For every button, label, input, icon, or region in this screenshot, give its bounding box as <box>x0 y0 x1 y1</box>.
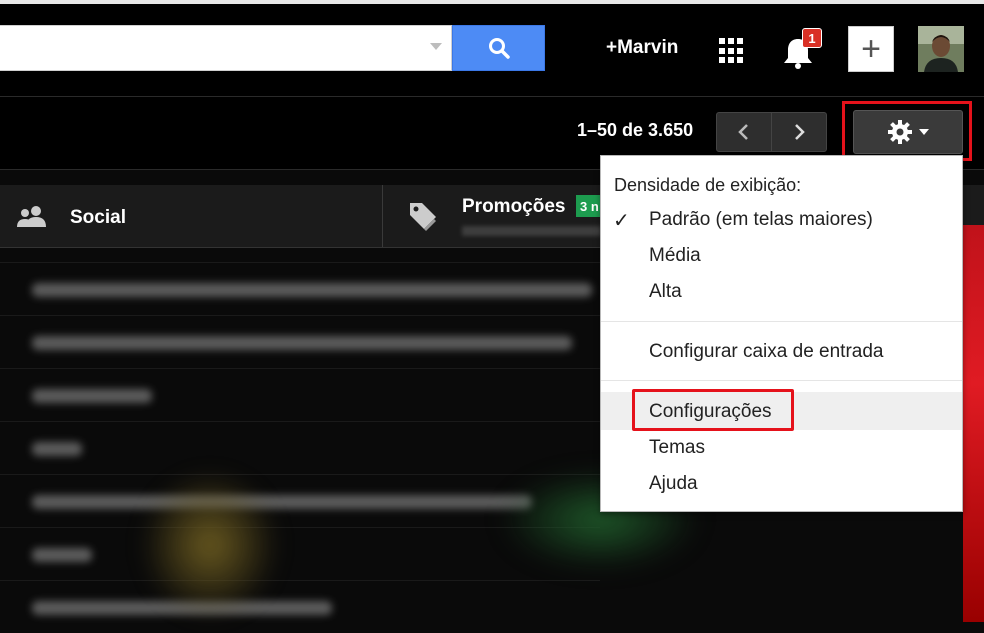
menu-item-density-high[interactable]: Alta <box>649 281 682 303</box>
blurred-background <box>963 225 984 622</box>
settings-menu: Densidade de exibição: ✓ Padrão (em tela… <box>600 155 963 512</box>
next-page-button[interactable] <box>771 112 827 152</box>
blurred-background <box>140 470 280 620</box>
search-button[interactable] <box>452 25 545 71</box>
previous-page-button[interactable] <box>716 112 772 152</box>
search-input[interactable] <box>0 25 452 71</box>
density-heading: Densidade de exibição: <box>614 175 802 195</box>
list-item[interactable] <box>0 580 600 633</box>
menu-item-themes[interactable]: Temas <box>649 437 705 459</box>
list-item[interactable] <box>0 368 600 421</box>
apps-grid-icon[interactable] <box>719 38 745 64</box>
people-icon <box>17 206 46 227</box>
list-item[interactable] <box>0 315 600 368</box>
settings-item-highlight-box <box>632 389 794 431</box>
search-icon <box>488 38 510 59</box>
menu-item-configure-inbox[interactable]: Configurar caixa de entrada <box>649 341 883 363</box>
chevron-left-icon <box>738 124 748 140</box>
menu-item-density-default[interactable]: Padrão (em telas maiores) <box>649 209 873 231</box>
notifications-count-badge: 1 <box>802 28 822 48</box>
tab-social-label[interactable]: Social <box>70 207 126 229</box>
menu-divider <box>601 321 962 322</box>
list-item[interactable] <box>0 262 600 315</box>
menu-divider <box>601 380 962 381</box>
list-item[interactable] <box>0 421 600 474</box>
menu-item-density-medium[interactable]: Média <box>649 245 701 267</box>
settings-highlight-box <box>842 101 972 161</box>
new-items-badge: 3 n <box>576 195 600 217</box>
google-plus-profile-link[interactable]: +Marvin <box>606 37 678 59</box>
tab-promotions-preview <box>462 226 602 236</box>
tab-social[interactable] <box>0 185 383 247</box>
share-plus-button[interactable]: + <box>848 26 894 72</box>
chevron-right-icon <box>795 124 805 140</box>
menu-item-help[interactable]: Ajuda <box>649 473 698 495</box>
checkmark-icon: ✓ <box>613 210 630 232</box>
tag-icon[interactable] <box>408 200 438 234</box>
pagination-count: 1–50 de 3.650 <box>577 120 694 140</box>
tab-promotions-label[interactable]: Promoções <box>462 196 565 218</box>
avatar[interactable] <box>918 26 964 72</box>
search-options-caret-icon[interactable] <box>430 43 442 50</box>
